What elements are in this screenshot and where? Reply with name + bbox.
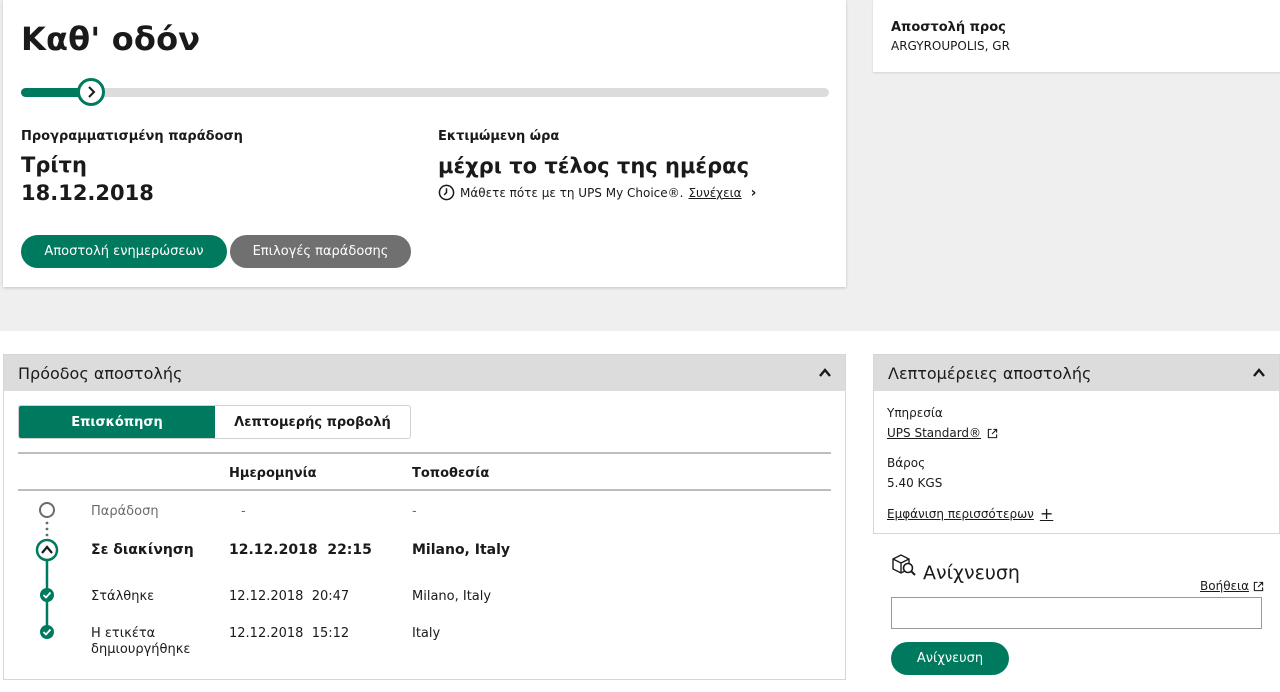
help-label: Βοήθεια [1200, 579, 1249, 593]
service-label: Υπηρεσία [887, 406, 943, 420]
row-status: Σε διακίνηση [91, 542, 194, 558]
progress-marker [77, 78, 105, 106]
pending-step-icon [39, 502, 55, 518]
current-step-icon [35, 538, 59, 562]
chevron-right-icon: › [750, 184, 757, 201]
chevron-up-icon[interactable] [817, 365, 833, 381]
row-time: 20:47 [311, 589, 350, 604]
package-search-icon [892, 554, 916, 576]
weight-label: Βάρος [887, 456, 926, 470]
help-link[interactable]: Βοήθεια [1200, 579, 1264, 593]
row-time: 15:12 [311, 626, 350, 641]
check-icon [40, 588, 54, 602]
ship-to-label: Αποστολή προς [891, 20, 1006, 35]
shipment-details-panel: Λεπτομέρειες αποστολής Υπηρεσία UPS Stan… [873, 354, 1280, 534]
row-location: Milano, Italy [412, 589, 492, 604]
status-card: Καθ' οδόν Προγραμματισμένη παράδοση Τρίτ… [3, 0, 846, 287]
my-choice-text: Μάθετε πότε με τη UPS My Choice®. [460, 185, 684, 200]
shipment-details-title: Λεπτομέρειες αποστολής [888, 363, 1092, 383]
row-status: Η ετικέτα δημιουργήθηκε [91, 626, 190, 658]
show-more-link[interactable]: Εμφάνιση περισσότερων + [887, 504, 1053, 523]
external-link-icon [987, 428, 998, 438]
ship-to-value: ARGYROUPOLIS, GR [891, 39, 1010, 53]
clock-icon [438, 184, 455, 201]
shipment-details-header[interactable]: Λεπτομέρειες αποστολής [874, 355, 1279, 391]
external-link-icon [1253, 581, 1264, 591]
shipment-progress-panel: Πρόοδος αποστολής Επισκόπηση Λεπτομερής … [3, 354, 846, 680]
table-header-divider [18, 489, 831, 491]
timeline [35, 502, 59, 639]
row-status-line2: δημιουργήθηκε [91, 642, 191, 657]
table-divider [18, 452, 831, 454]
row-date: 12.12.2018 20:47 [229, 589, 349, 604]
row-status-line1: Η ετικέτα [91, 626, 156, 641]
row-date-day: 12.12.2018 [229, 589, 304, 604]
chevron-right-icon [88, 86, 96, 98]
my-choice-continue-link[interactable]: Συνέχεια [688, 186, 741, 200]
check-icon [40, 625, 54, 639]
column-header-location: Τοποθεσία [412, 466, 490, 481]
tab-overview[interactable]: Επισκόπηση [19, 406, 215, 438]
plus-icon: + [1039, 504, 1054, 523]
scheduled-delivery-date: 18.12.2018 [21, 181, 154, 205]
tracking-title: Ανίχνευση [923, 562, 1020, 584]
service-value: UPS Standard® [887, 426, 982, 440]
track-button[interactable]: Ανίχνευση [891, 642, 1009, 675]
tracking-number-input[interactable] [891, 597, 1262, 629]
scheduled-delivery-label: Προγραμματισμένη παράδοση [21, 129, 243, 144]
view-toggle: Επισκόπηση Λεπτομερής προβολή [18, 405, 411, 439]
shipment-progress-header[interactable]: Πρόοδος αποστολής [4, 355, 845, 391]
row-date: 12.12.2018 22:15 [229, 542, 372, 558]
tracking-panel: Ανίχνευση Βοήθεια Ανίχνευση [873, 534, 1280, 692]
row-status: Παράδοση [91, 504, 159, 519]
row-date-day: 12.12.2018 [229, 542, 318, 558]
row-date-day: 12.12.2018 [229, 626, 304, 641]
tab-detailed-view[interactable]: Λεπτομερής προβολή [215, 406, 410, 438]
estimated-time-value: μέχρι το τέλος της ημέρας [438, 154, 750, 178]
row-location: Milano, Italy [412, 542, 511, 558]
row-location: - [412, 504, 417, 519]
row-status: Στάλθηκε [91, 589, 155, 604]
row-date: - [241, 504, 246, 519]
column-header-date: Ημερομηνία [229, 466, 317, 481]
my-choice-promo: Μάθετε πότε με τη UPS My Choice®. Συνέχε… [438, 184, 756, 201]
scheduled-delivery-day: Τρίτη [21, 153, 87, 177]
shipment-status-title: Καθ' οδόν [21, 20, 201, 58]
progress-track [21, 88, 829, 97]
row-date: 12.12.2018 15:12 [229, 626, 349, 641]
ship-to-card: Αποστολή προς ARGYROUPOLIS, GR [873, 0, 1280, 72]
estimated-time-label: Εκτιμώμενη ώρα [438, 129, 560, 144]
delivery-options-button[interactable]: Επιλογές παράδοσης [230, 235, 411, 268]
weight-value: 5.40 KGS [887, 476, 943, 490]
row-time: 22:15 [327, 542, 372, 558]
row-location: Italy [412, 626, 441, 641]
send-updates-button[interactable]: Αποστολή ενημερώσεων [21, 235, 227, 268]
service-link[interactable]: UPS Standard® [887, 426, 998, 440]
shipment-progress-title: Πρόοδος αποστολής [18, 363, 183, 383]
show-more-label: Εμφάνιση περισσότερων [887, 506, 1034, 521]
chevron-up-icon[interactable] [1251, 365, 1267, 381]
